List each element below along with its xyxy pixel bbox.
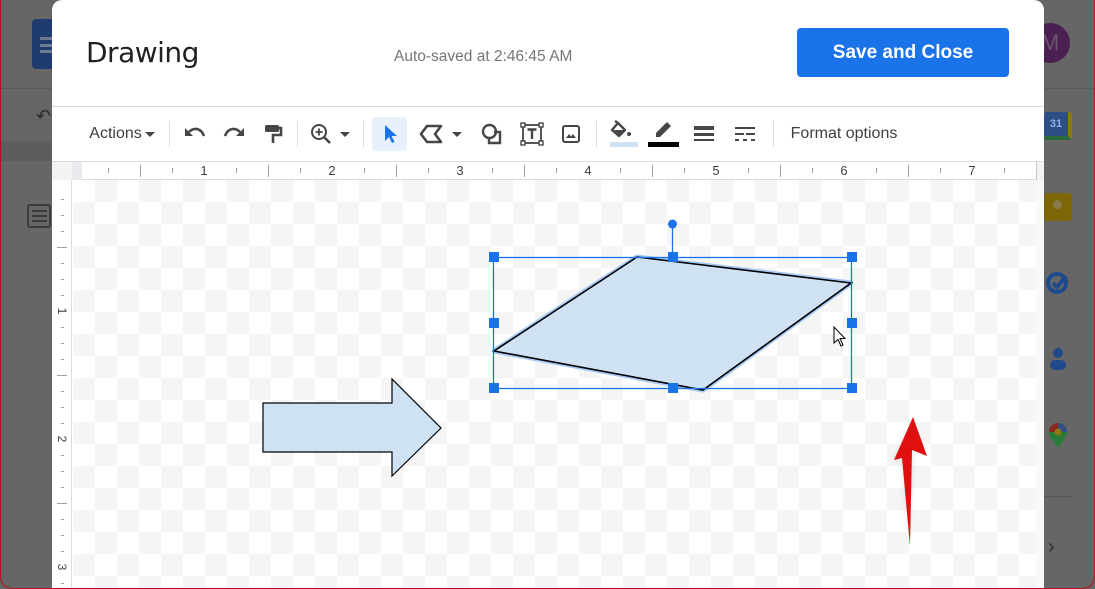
contacts-icon[interactable] (1044, 345, 1072, 373)
ruler-label: 1 (200, 163, 208, 178)
annotation-arrow (894, 417, 927, 546)
ruler-label: 2 (328, 163, 336, 178)
expand-side-panel-icon[interactable]: › (1048, 536, 1055, 559)
resize-handle-top-left[interactable] (489, 252, 499, 262)
side-panel-divider (1044, 496, 1072, 497)
rotate-handle[interactable] (668, 219, 677, 229)
mouse-cursor-icon (833, 325, 847, 347)
document-outline-icon[interactable] (27, 204, 51, 228)
background-toolbar-band (0, 141, 52, 161)
resize-handle-left[interactable] (489, 318, 499, 328)
background-undo-icon: ↶ (36, 106, 52, 126)
ruler-label: 5 (712, 163, 720, 178)
ruler-label: 3 (456, 163, 464, 178)
background-divider (0, 88, 52, 89)
right-arrow-shape[interactable] (262, 377, 442, 478)
resize-handle-top[interactable] (668, 252, 678, 262)
ruler-label: 4 (584, 163, 592, 178)
resize-handle-right[interactable] (847, 318, 857, 328)
resize-handle-top-right[interactable] (847, 252, 857, 262)
background-divider (1044, 88, 1095, 89)
calendar-icon[interactable]: 31 (1044, 112, 1072, 140)
ruler-label: 1 (55, 307, 69, 315)
ruler-label: 2 (55, 435, 69, 443)
ruler-label: 7 (968, 163, 976, 178)
resize-handle-bottom[interactable] (668, 383, 678, 393)
ruler-label: 3 (55, 563, 69, 571)
maps-icon[interactable] (1044, 422, 1072, 450)
tasks-icon[interactable] (1044, 268, 1072, 296)
drawing-layer (262, 219, 927, 546)
resize-handle-bottom-right[interactable] (847, 383, 857, 393)
ruler-label: 6 (840, 163, 848, 178)
drawing-dialog: Drawing Auto-saved at 2:46:45 AM Save an… (52, 0, 1044, 589)
resize-handle-bottom-left[interactable] (489, 383, 499, 393)
keep-icon[interactable] (1044, 193, 1072, 221)
